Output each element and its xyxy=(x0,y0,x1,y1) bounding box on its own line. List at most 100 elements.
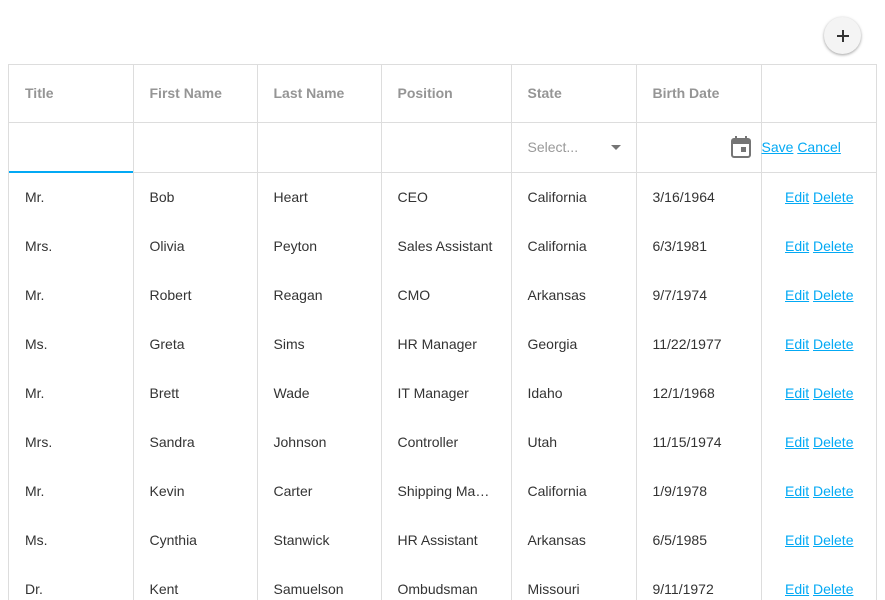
delete-row-button[interactable]: Delete xyxy=(813,434,853,450)
table-row[interactable]: Mr. Bob Heart CEO California 3/16/1964 Edit De… xyxy=(9,172,876,221)
delete-row-button[interactable]: Delete xyxy=(813,189,853,205)
cell-state[interactable]: California xyxy=(511,466,637,515)
cell-first-name[interactable]: Sandra xyxy=(133,417,258,466)
delete-row-button[interactable]: Delete xyxy=(813,287,853,303)
cell-state[interactable]: California xyxy=(511,172,637,221)
delete-row-button[interactable]: Delete xyxy=(813,483,853,499)
cell-position[interactable]: CEO xyxy=(381,172,512,221)
state-editor-cell[interactable]: Select... xyxy=(511,122,637,173)
cell-first-name[interactable]: Brett xyxy=(133,368,258,417)
cell-state[interactable]: Arkansas xyxy=(511,515,637,564)
state-select[interactable]: Select... xyxy=(512,123,636,171)
cell-first-name[interactable]: Robert xyxy=(133,270,258,319)
cell-title[interactable]: Ms. xyxy=(9,515,134,564)
cell-title[interactable]: Mrs. xyxy=(9,221,134,270)
cell-title[interactable]: Mr. xyxy=(9,466,134,515)
delete-row-button[interactable]: Delete xyxy=(813,581,853,597)
column-header-state[interactable]: State xyxy=(511,65,637,123)
cell-title[interactable]: Mr. xyxy=(9,270,134,319)
cell-state[interactable]: Georgia xyxy=(511,319,637,368)
cell-last-name[interactable]: Johnson xyxy=(257,417,382,466)
cell-position[interactable]: Sales Assistant xyxy=(381,221,512,270)
cell-last-name[interactable]: Reagan xyxy=(257,270,382,319)
cell-birth-date[interactable]: 12/1/1968 xyxy=(636,368,762,417)
cell-position[interactable]: Controller xyxy=(381,417,512,466)
add-row-button[interactable] xyxy=(824,17,861,54)
cell-last-name[interactable]: Wade xyxy=(257,368,382,417)
delete-row-button[interactable]: Delete xyxy=(813,238,853,254)
position-editor-cell[interactable] xyxy=(381,122,512,173)
cell-title[interactable]: Ms. xyxy=(9,319,134,368)
cell-first-name[interactable]: Kevin xyxy=(133,466,258,515)
cell-state[interactable]: Arkansas xyxy=(511,270,637,319)
cell-last-name[interactable]: Heart xyxy=(257,172,382,221)
chevron-down-icon[interactable] xyxy=(610,144,621,150)
first-name-editor-cell[interactable] xyxy=(133,122,258,173)
cell-birth-date[interactable]: 6/3/1981 xyxy=(636,221,762,270)
cell-position[interactable]: HR Assistant xyxy=(381,515,512,564)
cell-position[interactable]: CMO xyxy=(381,270,512,319)
edit-row-button[interactable]: Edit xyxy=(785,238,809,254)
cell-title[interactable]: Mrs. xyxy=(9,417,134,466)
cell-birth-date[interactable]: 11/15/1974 xyxy=(636,417,762,466)
cell-position[interactable]: Shipping Manager xyxy=(381,466,512,515)
cell-position[interactable]: IT Manager xyxy=(381,368,512,417)
cell-position[interactable]: HR Manager xyxy=(381,319,512,368)
edit-row-button[interactable]: Edit xyxy=(785,336,809,352)
cell-title[interactable]: Dr. xyxy=(9,564,134,600)
cell-state[interactable]: Missouri xyxy=(511,564,637,600)
cell-state[interactable]: Idaho xyxy=(511,368,637,417)
edit-row-button[interactable]: Edit xyxy=(785,287,809,303)
cell-birth-date[interactable]: 11/22/1977 xyxy=(636,319,762,368)
table-row[interactable]: Mrs. Olivia Peyton Sales Assistant Californi… xyxy=(9,221,876,270)
column-header-position[interactable]: Position xyxy=(381,65,512,123)
cell-birth-date[interactable]: 9/7/1974 xyxy=(636,270,762,319)
table-row[interactable]: Ms. Greta Sims HR Manager Georgia 11/22/1977 E… xyxy=(9,319,876,368)
first-name-input[interactable] xyxy=(133,123,257,171)
edit-row-button[interactable]: Edit xyxy=(785,532,809,548)
table-row[interactable]: Dr. Kent Samuelson Ombudsman Missouri 9/11/19… xyxy=(9,564,876,600)
cell-birth-date[interactable]: 1/9/1978 xyxy=(636,466,762,515)
position-input[interactable] xyxy=(381,123,511,171)
table-row[interactable]: Mr. Brett Wade IT Manager Idaho 12/1/1968 Edit… xyxy=(9,368,876,417)
table-row[interactable]: Mr. Kevin Carter Shipping Manager California… xyxy=(9,466,876,515)
title-editor-cell[interactable] xyxy=(9,122,134,173)
title-input[interactable] xyxy=(9,123,133,171)
column-header-last-name[interactable]: Last Name xyxy=(257,65,382,123)
cell-last-name[interactable]: Stanwick xyxy=(257,515,382,564)
cell-first-name[interactable]: Cynthia xyxy=(133,515,258,564)
cell-position[interactable]: Ombudsman xyxy=(381,564,512,600)
cell-first-name[interactable]: Greta xyxy=(133,319,258,368)
cell-last-name[interactable]: Samuelson xyxy=(257,564,382,600)
table-row[interactable]: Ms. Cynthia Stanwick HR Assistant Arkansas 6/… xyxy=(9,515,876,564)
cell-state[interactable]: Utah xyxy=(511,417,637,466)
cell-last-name[interactable]: Carter xyxy=(257,466,382,515)
cell-last-name[interactable]: Peyton xyxy=(257,221,382,270)
last-name-editor-cell[interactable] xyxy=(257,122,382,173)
table-row[interactable]: Mr. Robert Reagan CMO Arkansas 9/7/1974 Edit D… xyxy=(9,270,876,319)
edit-row-button[interactable]: Edit xyxy=(785,189,809,205)
cell-title[interactable]: Mr. xyxy=(9,368,134,417)
cell-birth-date[interactable]: 9/11/1972 xyxy=(636,564,762,600)
cell-first-name[interactable]: Olivia xyxy=(133,221,258,270)
delete-row-button[interactable]: Delete xyxy=(813,532,853,548)
birth-date-editor-cell[interactable] xyxy=(636,122,762,173)
cell-state[interactable]: California xyxy=(511,221,637,270)
edit-row-button[interactable]: Edit xyxy=(785,581,809,597)
birth-date-picker[interactable] xyxy=(637,123,761,171)
cancel-button[interactable]: Cancel xyxy=(797,139,841,155)
table-row[interactable]: Mrs. Sandra Johnson Controller Utah 11/15/197… xyxy=(9,417,876,466)
cell-title[interactable]: Mr. xyxy=(9,172,134,221)
edit-row-button[interactable]: Edit xyxy=(785,483,809,499)
save-button[interactable]: Save xyxy=(762,139,794,155)
calendar-icon[interactable] xyxy=(730,136,751,158)
cell-first-name[interactable]: Kent xyxy=(133,564,258,600)
cell-birth-date[interactable]: 3/16/1964 xyxy=(636,172,762,221)
cell-first-name[interactable]: Bob xyxy=(133,172,258,221)
column-header-first-name[interactable]: First Name xyxy=(133,65,258,123)
delete-row-button[interactable]: Delete xyxy=(813,385,853,401)
edit-row-button[interactable]: Edit xyxy=(785,385,809,401)
column-header-title[interactable]: Title xyxy=(9,65,134,123)
last-name-input[interactable] xyxy=(257,123,381,171)
cell-birth-date[interactable]: 6/5/1985 xyxy=(636,515,762,564)
